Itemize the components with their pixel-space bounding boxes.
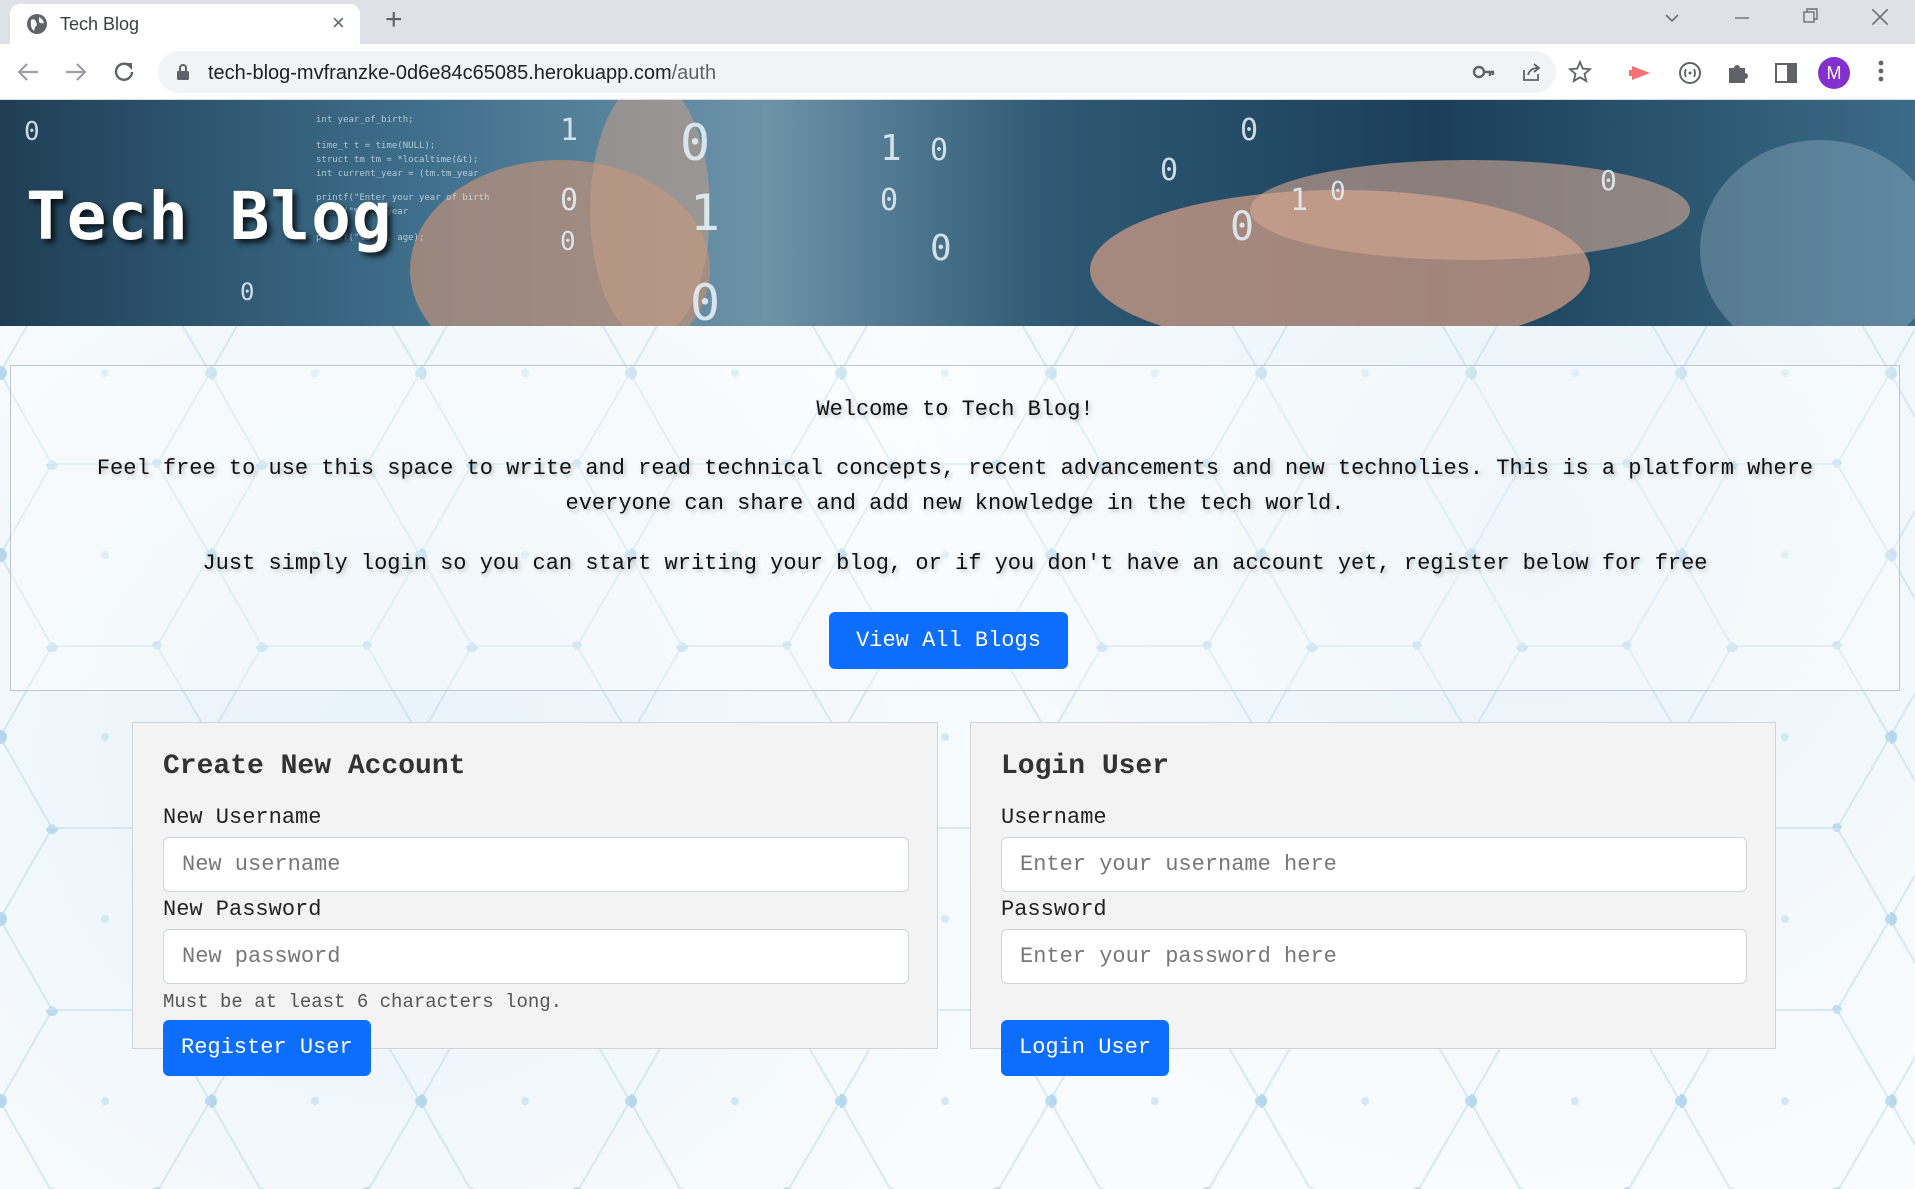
star-icon[interactable] (1568, 60, 1592, 84)
welcome-instructions: Just simply login so you can start writi… (202, 551, 1708, 576)
register-user-button[interactable]: Register User (163, 1020, 371, 1076)
svg-text:1: 1 (690, 184, 720, 242)
svg-text:int year_of_birth;: int year_of_birth; (316, 115, 414, 125)
username-input[interactable] (1001, 837, 1747, 892)
puzzle-icon[interactable] (1725, 60, 1751, 86)
signup-card: Create New Account New Username New Pass… (132, 722, 938, 1076)
back-icon[interactable] (12, 56, 44, 88)
globe-icon (27, 14, 47, 34)
tab-close-icon[interactable]: × (332, 12, 345, 34)
signup-title: Create New Account (163, 751, 466, 782)
key-icon[interactable] (1472, 60, 1496, 84)
site-title: Tech Blog (26, 178, 393, 255)
sidebar-icon[interactable] (1773, 60, 1799, 86)
browser-tab[interactable]: Tech Blog × (10, 4, 360, 44)
svg-text:0: 0 (880, 183, 898, 218)
svg-text:0: 0 (1240, 113, 1258, 148)
chevron-down-icon[interactable] (1662, 8, 1682, 28)
tab-title: Tech Blog (60, 14, 140, 34)
reload-icon[interactable] (108, 56, 140, 88)
address-bar[interactable]: tech-blog-mvfranzke-0d6e84c65085.herokua… (158, 51, 1592, 93)
login-title: Login User (1001, 751, 1170, 782)
svg-text:0: 0 (560, 183, 578, 218)
url-path: /auth (671, 62, 717, 84)
close-window-icon[interactable] (1869, 6, 1891, 28)
new-tab-icon[interactable]: + (385, 4, 403, 36)
password-label: Password (1001, 897, 1107, 922)
hero-banner: 0 0 1 0 0 0 1 0 1 0 0 0 0 0 0 1 0 0 int … (0, 100, 1915, 326)
new-password-label: New Password (163, 897, 322, 922)
extension-red-icon[interactable] (1628, 60, 1654, 86)
username-label: Username (1001, 805, 1107, 830)
svg-text:0: 0 (240, 278, 254, 306)
svg-text:1: 1 (880, 128, 902, 169)
svg-text:0: 0 (930, 133, 948, 168)
svg-text:0: 0 (680, 114, 710, 172)
kebab-menu-icon[interactable] (1876, 58, 1886, 84)
share-icon[interactable] (1520, 60, 1544, 84)
welcome-description-line-1: Feel free to use this space to write and… (96, 456, 1814, 481)
lock-icon[interactable] (176, 63, 190, 81)
svg-text:0: 0 (930, 228, 952, 269)
svg-text:0: 0 (1160, 153, 1178, 188)
svg-text:1: 1 (560, 113, 578, 148)
view-all-blogs-button[interactable]: View All Blogs (829, 612, 1068, 669)
svg-text:0: 0 (1230, 204, 1254, 250)
svg-text:0: 0 (560, 227, 576, 257)
password-hint: Must be at least 6 characters long. (163, 991, 563, 1013)
forward-icon[interactable] (60, 56, 92, 88)
url-text[interactable]: tech-blog-mvfranzke-0d6e84c65085.herokua… (208, 62, 716, 85)
svg-text:0: 0 (1600, 164, 1617, 197)
url-host: tech-blog-mvfranzke-0d6e84c65085.herokua… (208, 62, 672, 84)
browser-tabstrip: Tech Blog × + (0, 0, 1915, 44)
svg-text:time_t t = time(NULL);: time_t t = time(NULL); (316, 141, 435, 151)
welcome-heading: Welcome to Tech Blog! (816, 397, 1094, 422)
svg-text:0: 0 (24, 117, 40, 147)
page-viewport: 0 0 1 0 0 0 1 0 1 0 0 0 0 0 0 1 0 0 int … (0, 100, 1915, 1189)
new-password-input[interactable] (163, 929, 909, 984)
welcome-section: Welcome to Tech Blog! Feel free to use t… (10, 365, 1900, 691)
password-input[interactable] (1001, 929, 1747, 984)
svg-text:0: 0 (690, 274, 720, 326)
login-user-button[interactable]: Login User (1001, 1020, 1170, 1076)
svg-text:1: 1 (1290, 183, 1308, 218)
svg-text:struct tm tm = *localtime(&t);: struct tm tm = *localtime(&t); (316, 155, 479, 165)
new-username-input[interactable] (163, 837, 909, 892)
svg-text:0: 0 (1330, 177, 1346, 207)
restore-icon[interactable] (1801, 6, 1821, 26)
new-username-label: New Username (163, 805, 322, 830)
login-card: Login User Username Password Login User (970, 722, 1776, 1076)
browser-toolbar: tech-blog-mvfranzke-0d6e84c65085.herokua… (0, 44, 1915, 100)
welcome-description-line-2: everyone can share and add new knowledge… (565, 491, 1345, 516)
minimize-icon[interactable] (1732, 8, 1752, 28)
profile-avatar[interactable]: M (1818, 57, 1850, 89)
extension-circle-icon[interactable] (1677, 60, 1703, 86)
